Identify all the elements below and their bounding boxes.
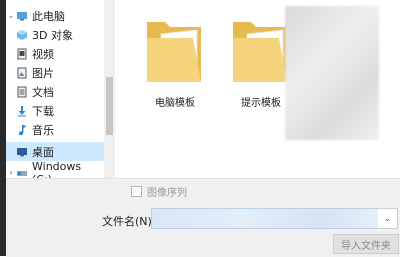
video-icon <box>17 48 27 59</box>
picture-icon <box>17 67 27 78</box>
sidebar-item-downloads[interactable]: 下载 <box>6 101 104 120</box>
image-sequence-checkbox[interactable]: 图像序列 <box>131 184 187 199</box>
filename-label: 文件名(N): <box>102 215 156 228</box>
sidebar-item-pictures[interactable]: 图片 <box>6 63 104 82</box>
import-folder-button[interactable]: 导入文件夹 <box>333 234 399 254</box>
pc-icon <box>17 11 27 20</box>
drive-icon <box>17 170 27 176</box>
scrollbar-thumb[interactable] <box>106 77 113 135</box>
dialog-footer: 图像序列 文件名(N): ⌄ 导入文件夹 <box>6 178 400 257</box>
checkbox-label: 图像序列 <box>147 188 187 199</box>
sidebar-item-label: 3D 对象 <box>32 28 73 42</box>
sidebar-item-label: 此电脑 <box>32 9 65 23</box>
music-icon <box>19 124 27 135</box>
sidebar-item-music[interactable]: 音乐 <box>6 120 104 139</box>
sidebar-item-video[interactable]: 视频 <box>6 44 104 63</box>
document-icon <box>17 86 27 97</box>
folder-label: 电脑模板 <box>155 98 195 109</box>
sidebar-item-label: 文档 <box>32 85 54 99</box>
folder-icon <box>147 22 201 82</box>
sidebar-item-label: 音乐 <box>32 123 54 137</box>
chevron-right-icon[interactable]: › <box>6 168 16 177</box>
checkbox-box[interactable] <box>131 186 142 197</box>
sidebar-item-this-pc[interactable]: ⌄ 此电脑 <box>6 6 104 25</box>
sidebar-item-desktop[interactable]: 桌面 <box>6 142 104 161</box>
3d-objects-icon <box>17 29 27 40</box>
sidebar-item-label: 桌面 <box>32 145 54 159</box>
sidebar-item-label: 图片 <box>32 66 54 80</box>
navigation-pane: ⌄ 此电脑 3D 对象 视频 图片 文档 下载 音乐 桌面 › Windows <box>6 0 104 186</box>
sidebar-item-3d-objects[interactable]: 3D 对象 <box>6 25 104 44</box>
chevron-down-icon[interactable]: ⌄ <box>6 11 16 20</box>
desktop-icon <box>17 147 27 156</box>
filename-input[interactable] <box>151 208 380 229</box>
folder-item[interactable]: 电脑模板 <box>135 8 215 118</box>
download-icon <box>18 105 26 116</box>
sidebar-scrollbar[interactable] <box>104 0 115 178</box>
chevron-down-icon[interactable]: ⌄ <box>378 208 398 229</box>
sidebar-item-label: 下载 <box>32 104 54 118</box>
sidebar-item-label: 视频 <box>32 47 54 61</box>
sidebar-item-documents[interactable]: 文档 <box>6 82 104 101</box>
blurred-item[interactable] <box>285 6 379 140</box>
